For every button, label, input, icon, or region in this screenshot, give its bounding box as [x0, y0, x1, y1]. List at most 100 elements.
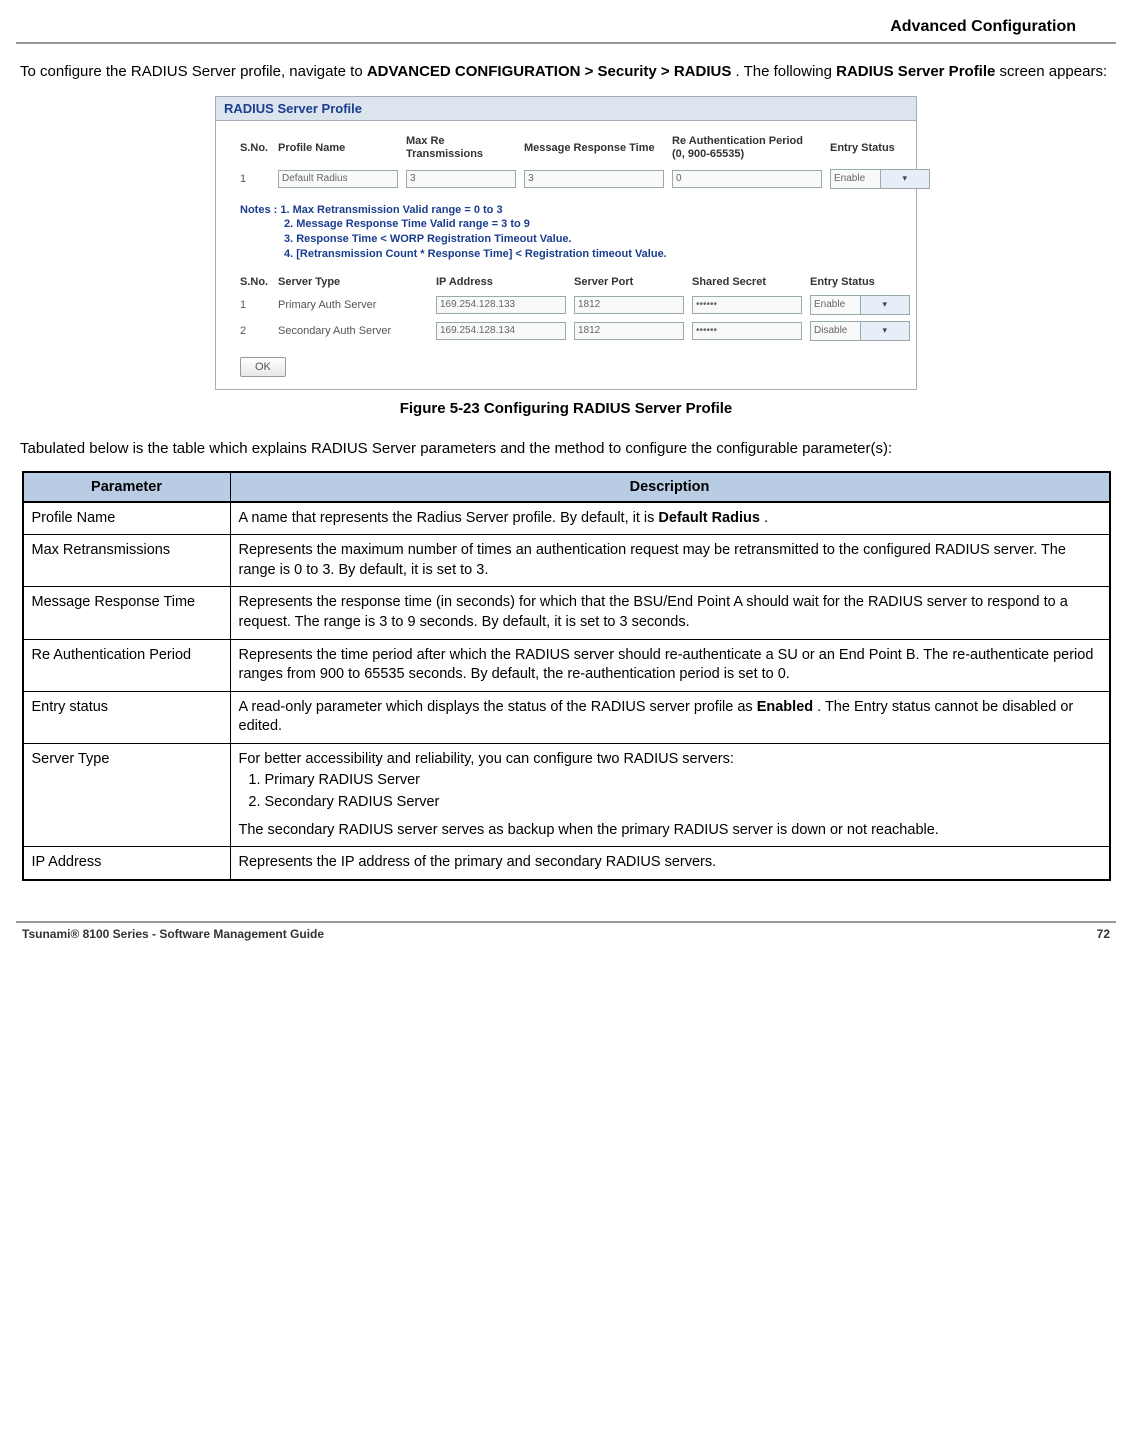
- page-footer: Tsunami® 8100 Series - Software Manageme…: [16, 927, 1116, 941]
- hdr-srv-type: Server Type: [278, 276, 428, 289]
- param-desc: Represents the IP address of the primary…: [230, 847, 1110, 880]
- note-2: 2. Message Response Time Valid range = 3…: [240, 217, 892, 232]
- param-name: IP Address: [23, 847, 231, 880]
- reauth-input[interactable]: [672, 170, 822, 188]
- profile-status-value: Enable: [831, 173, 880, 184]
- srv-status-value-1: Enable: [811, 299, 860, 310]
- table-row: Max Retransmissions Represents the maxim…: [23, 535, 1110, 587]
- desc-text: A read-only parameter which displays the…: [239, 699, 757, 715]
- profile-sno: 1: [240, 173, 270, 185]
- footer-left: Tsunami® 8100 Series - Software Manageme…: [22, 927, 324, 941]
- server-type-list: Primary RADIUS Server Secondary RADIUS S…: [265, 771, 1101, 812]
- intro-paragraph: To configure the RADIUS Server profile, …: [20, 62, 1112, 82]
- desc-text: For better accessibility and reliability…: [239, 751, 734, 767]
- srv-status-select-2[interactable]: Disable ▾: [810, 321, 910, 341]
- page-section-title: Advanced Configuration: [16, 18, 1116, 36]
- srv-status-select-1[interactable]: Enable ▾: [810, 295, 910, 315]
- th-description: Description: [230, 472, 1110, 502]
- profile-name-input[interactable]: [278, 170, 398, 188]
- list-item: Secondary RADIUS Server: [265, 793, 1101, 813]
- parameter-table: Parameter Description Profile Name A nam…: [22, 471, 1111, 881]
- intro-screen-name: RADIUS Server Profile: [836, 63, 995, 80]
- table-row: Re Authentication Period Represents the …: [23, 639, 1110, 691]
- hdr-srv-sno: S.No.: [240, 276, 270, 289]
- hdr-entry-status: Entry Status: [830, 142, 930, 155]
- chevron-down-icon: ▾: [880, 170, 930, 188]
- hdr-sno: S.No.: [240, 142, 270, 155]
- param-desc: Represents the response time (in seconds…: [230, 587, 1110, 639]
- table-row: Profile Name A name that represents the …: [23, 502, 1110, 535]
- radius-profile-panel: RADIUS Server Profile S.No. Profile Name…: [215, 96, 917, 389]
- table-row: Entry status A read-only parameter which…: [23, 691, 1110, 743]
- resp-time-input[interactable]: [524, 170, 664, 188]
- param-name: Message Response Time: [23, 587, 231, 639]
- desc-text: The secondary RADIUS server serves as ba…: [239, 821, 1101, 841]
- hdr-profile-name: Profile Name: [278, 142, 398, 155]
- srv-ip-input-1[interactable]: [436, 296, 566, 314]
- param-desc: A read-only parameter which displays the…: [230, 691, 1110, 743]
- chevron-down-icon: ▾: [860, 322, 910, 340]
- notes-block: Notes : 1. Max Retransmission Valid rang…: [240, 203, 892, 262]
- table-row: Server Type For better accessibility and…: [23, 743, 1110, 846]
- param-desc: For better accessibility and reliability…: [230, 743, 1110, 846]
- hdr-reauth-l2: (0, 900-65535): [672, 148, 744, 160]
- param-desc: A name that represents the Radius Server…: [230, 502, 1110, 535]
- table-row: Message Response Time Represents the res…: [23, 587, 1110, 639]
- desc-bold: Enabled: [757, 699, 813, 715]
- chevron-down-icon: ▾: [860, 296, 910, 314]
- srv-ip-input-2[interactable]: [436, 322, 566, 340]
- hdr-reauth-l1: Re Authentication Period: [672, 135, 803, 147]
- param-name: Entry status: [23, 691, 231, 743]
- hdr-maxre: Max Re Transmissions: [406, 135, 516, 160]
- srv-port-input-2[interactable]: [574, 322, 684, 340]
- note-3: 3. Response Time < WORP Registration Tim…: [240, 232, 892, 247]
- hdr-resp-time: Message Response Time: [524, 142, 664, 155]
- notes-label: Notes :: [240, 204, 277, 216]
- srv-type-2: Secondary Auth Server: [278, 325, 428, 337]
- list-item: Primary RADIUS Server: [265, 771, 1101, 791]
- table-row: IP Address Represents the IP address of …: [23, 847, 1110, 880]
- hdr-srv-ip: IP Address: [436, 276, 566, 289]
- ok-button[interactable]: OK: [240, 357, 286, 377]
- hdr-srv-status: Entry Status: [810, 276, 910, 289]
- srv-port-input-1[interactable]: [574, 296, 684, 314]
- panel-body: S.No. Profile Name Max Re Transmissions …: [216, 121, 916, 388]
- maxre-input[interactable]: [406, 170, 516, 188]
- profile-header-row: S.No. Profile Name Max Re Transmissions …: [240, 135, 892, 160]
- note-4: 4. [Retransmission Count * Response Time…: [240, 247, 892, 262]
- param-desc: Represents the maximum number of times a…: [230, 535, 1110, 587]
- srv-sno-2: 2: [240, 325, 270, 337]
- param-name: Profile Name: [23, 502, 231, 535]
- param-name: Max Retransmissions: [23, 535, 231, 587]
- profile-status-select: Enable ▾: [830, 169, 930, 189]
- footer-page-number: 72: [1097, 927, 1110, 941]
- intro-text-post1: . The following: [736, 63, 837, 80]
- server-row: 2 Secondary Auth Server Disable ▾: [240, 321, 892, 341]
- profile-row: 1 Enable ▾: [240, 169, 892, 189]
- param-name: Re Authentication Period: [23, 639, 231, 691]
- note-1: 1. Max Retransmission Valid range = 0 to…: [280, 204, 502, 216]
- server-row: 1 Primary Auth Server Enable ▾: [240, 295, 892, 315]
- srv-secret-input-1[interactable]: [692, 296, 802, 314]
- footer-divider: [16, 921, 1116, 923]
- th-parameter: Parameter: [23, 472, 231, 502]
- srv-type-1: Primary Auth Server: [278, 299, 428, 311]
- desc-text: .: [764, 510, 768, 526]
- hdr-srv-secret: Shared Secret: [692, 276, 802, 289]
- desc-bold: Default Radius: [658, 510, 760, 526]
- intro-text-pre: To configure the RADIUS Server profile, …: [20, 63, 367, 80]
- srv-secret-input-2[interactable]: [692, 322, 802, 340]
- figure-caption: Figure 5-23 Configuring RADIUS Server Pr…: [16, 400, 1116, 417]
- server-header-row: S.No. Server Type IP Address Server Port…: [240, 276, 892, 289]
- param-desc: Represents the time period after which t…: [230, 639, 1110, 691]
- srv-sno-1: 1: [240, 299, 270, 311]
- hdr-reauth: Re Authentication Period (0, 900-65535): [672, 135, 822, 160]
- header-divider: [16, 42, 1116, 44]
- desc-text: A name that represents the Radius Server…: [239, 510, 659, 526]
- tabulated-intro: Tabulated below is the table which expla…: [20, 439, 1112, 459]
- panel-title: RADIUS Server Profile: [216, 97, 916, 121]
- intro-navpath: ADVANCED CONFIGURATION > Security > RADI…: [367, 63, 732, 80]
- hdr-srv-port: Server Port: [574, 276, 684, 289]
- intro-text-post2: screen appears:: [1000, 63, 1108, 80]
- param-name: Server Type: [23, 743, 231, 846]
